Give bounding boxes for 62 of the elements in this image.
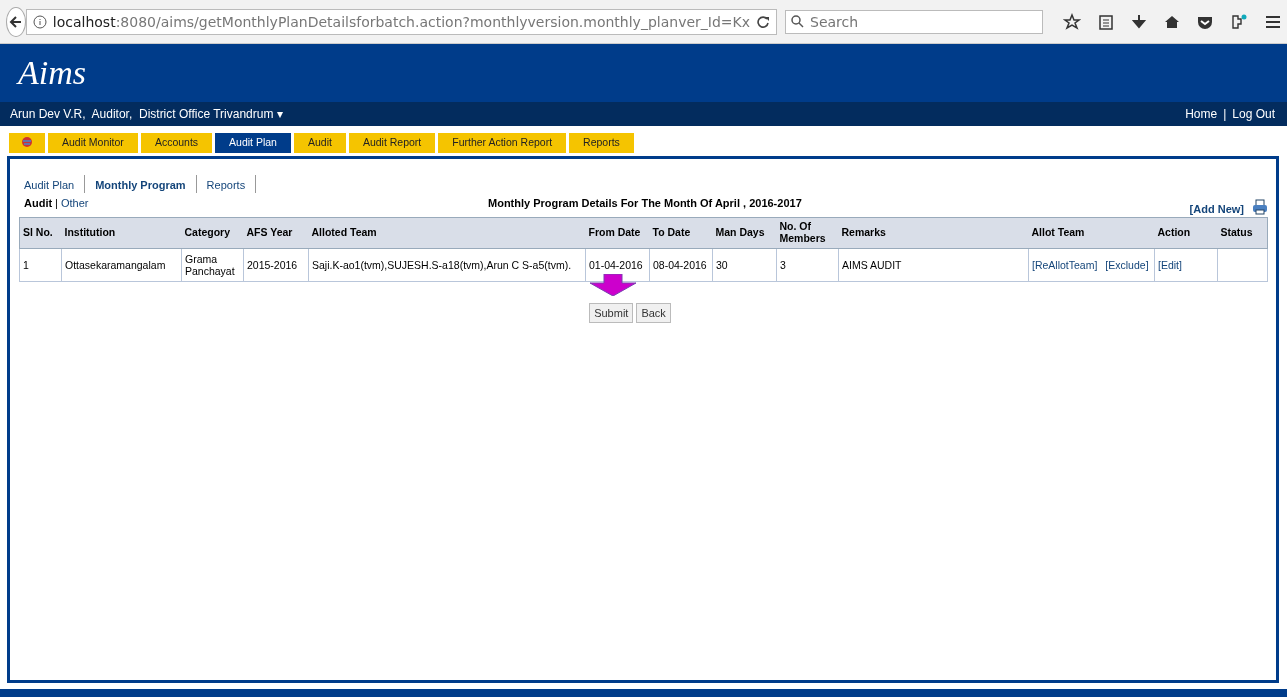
sub-tab[interactable]: Audit Plan: [19, 175, 86, 193]
info-icon: [32, 14, 47, 29]
clipboard-icon[interactable]: [1098, 13, 1114, 30]
nav-tab[interactable]: Audit Monitor: [48, 133, 138, 153]
separator: |: [1223, 107, 1227, 121]
menu-icon[interactable]: [1265, 14, 1281, 29]
sub-tab[interactable]: Reports: [201, 175, 257, 193]
form-button[interactable]: Back: [636, 303, 671, 323]
form-button[interactable]: Submit: [589, 303, 634, 323]
column-header: From Date: [585, 217, 650, 249]
page-heading: Monthly Program Details For The Month Of April , 2016-2017: [488, 197, 803, 209]
row-link[interactable]: [ReAllotTeam]: [1032, 259, 1098, 271]
table-cell: Grama Panchayat: [181, 248, 244, 282]
table-cell: 3: [776, 248, 839, 282]
logo: Aims: [18, 54, 86, 92]
reload-icon[interactable]: [756, 14, 770, 29]
filter-link[interactable]: Audit: [24, 197, 53, 209]
table-cell: Ottasekaramangalam: [61, 248, 182, 282]
table-cell: AIMS AUDIT: [838, 248, 1029, 282]
nav-tab[interactable]: Accounts: [140, 133, 213, 153]
nav-tab[interactable]: Reports: [569, 133, 634, 153]
column-header: Alloted Team: [308, 217, 586, 249]
table-cell: Saji.K-ao1(tvm),SUJESH.S-a18(tvm),Arun C S-a5(tvm).: [308, 248, 586, 282]
column-header: Man Days: [712, 217, 777, 249]
back-arrow-icon: [7, 13, 24, 30]
column-header: Status: [1217, 217, 1268, 249]
column-header: No. Of Members: [776, 217, 839, 249]
row-link[interactable]: [Exclude]: [1105, 259, 1149, 271]
star-icon[interactable]: [1063, 12, 1081, 31]
column-header: Institution: [61, 217, 182, 249]
printer-icon[interactable]: [1252, 199, 1268, 215]
arrow-annotation: [588, 274, 638, 296]
search-field[interactable]: Search: [785, 9, 1043, 34]
column-header: To Date: [649, 217, 713, 249]
column-header: Action: [1154, 217, 1218, 249]
nav-tab[interactable]: Further Action Report: [438, 133, 567, 153]
table-cell: 2015-2016: [243, 248, 309, 282]
header-link[interactable]: Log Out: [1232, 107, 1275, 121]
column-header: Allot Team: [1028, 217, 1155, 249]
row-link[interactable]: [Edit]: [1158, 259, 1182, 271]
user-info[interactable]: Arun Dev V.R, Auditor, District Office Trivandrum ▾: [10, 107, 283, 121]
download-icon[interactable]: [1131, 13, 1147, 30]
separator: |: [55, 197, 58, 209]
nav-tab[interactable]: Audit: [293, 133, 346, 153]
column-header: Sl No.: [19, 217, 62, 249]
back-button[interactable]: [6, 6, 26, 37]
nav-tab[interactable]: Audit Plan: [215, 133, 291, 153]
column-header: Remarks: [838, 217, 1029, 249]
add-new-link[interactable]: [Add New]: [1189, 203, 1244, 215]
table-cell: 1: [19, 248, 62, 282]
filter-link[interactable]: Other: [60, 197, 89, 209]
globe-icon: [21, 136, 33, 148]
column-header: AFS Year: [243, 217, 309, 249]
column-header: Category: [181, 217, 244, 249]
sub-tab[interactable]: Monthly Program: [90, 175, 197, 193]
table-cell: 08-04-2016: [649, 248, 713, 282]
home-tab[interactable]: [9, 133, 45, 153]
header-link[interactable]: Home: [1185, 107, 1218, 121]
address-bar[interactable]: localhost:8080/aims/getMonthlyPlanDetailsforbatch.action?monthlyversion.monthly_planver_Id=Kx: [25, 8, 777, 35]
nav-tab[interactable]: Audit Report: [348, 133, 436, 153]
table-cell: 30: [712, 248, 777, 282]
home-icon[interactable]: [1164, 13, 1180, 30]
